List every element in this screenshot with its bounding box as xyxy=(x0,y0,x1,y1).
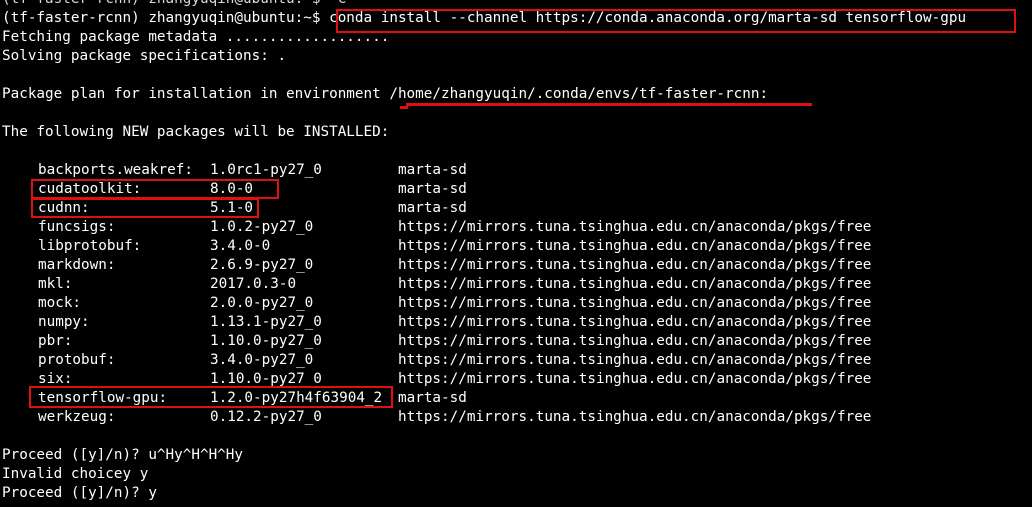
package-source: https://mirrors.tuna.tsinghua.edu.cn/ana… xyxy=(398,238,872,254)
package-version: 2.0.0-py27_0 xyxy=(210,295,314,311)
proceed-prompt-first: Proceed ([y]/n)? u^Hy^H^H^Hy xyxy=(2,447,244,463)
package-version: 1.13.1-py27_0 xyxy=(210,314,322,330)
previous-output-line: (tf-faster-rcnn) zhangyuqin@ubuntu:~$ ^C xyxy=(2,0,346,9)
package-source: https://mirrors.tuna.tsinghua.edu.cn/ana… xyxy=(398,371,872,387)
package-name: werkzeug: xyxy=(38,409,116,425)
package-version: 3.4.0-0 xyxy=(210,238,271,254)
package-source: https://mirrors.tuna.tsinghua.edu.cn/ana… xyxy=(398,295,872,311)
package-plan-label: Package plan for installation in environ… xyxy=(2,86,390,102)
shell-prompt: (tf-faster-rcnn) zhangyuqin@ubuntu:~$ xyxy=(2,10,330,26)
package-version: 8.0-0 xyxy=(210,181,254,197)
package-name: funcsigs: xyxy=(38,219,116,235)
package-version: 5.1-0 xyxy=(210,200,254,216)
package-source: https://mirrors.tuna.tsinghua.edu.cn/ana… xyxy=(398,314,872,330)
package-source: https://mirrors.tuna.tsinghua.edu.cn/ana… xyxy=(398,257,872,273)
command-line: (tf-faster-rcnn) zhangyuqin@ubuntu:~$ co… xyxy=(2,9,966,28)
invalid-choice-line: Invalid choicey y xyxy=(2,466,149,482)
package-name: tensorflow-gpu: xyxy=(38,390,168,406)
proceed-prompt-text: Proceed ([y]/n)? y xyxy=(2,485,157,501)
package-name: mkl: xyxy=(38,276,73,292)
solving-line: Solving package specifications: . xyxy=(2,48,287,64)
package-source: https://mirrors.tuna.tsinghua.edu.cn/ana… xyxy=(398,333,872,349)
package-source: https://mirrors.tuna.tsinghua.edu.cn/ana… xyxy=(398,409,872,425)
package-name: mock: xyxy=(38,295,82,311)
environment-path: /home/zhangyuqin/.conda/envs/tf-faster-r… xyxy=(389,86,769,102)
package-version: 0.12.2-py27_0 xyxy=(210,409,322,425)
package-source: marta-sd xyxy=(398,162,467,178)
package-source: https://mirrors.tuna.tsinghua.edu.cn/ana… xyxy=(398,276,872,292)
package-name: backports.weakref: xyxy=(38,162,193,178)
package-version: 1.0.2-py27_0 xyxy=(210,219,314,235)
conda-command: conda install --channel https://conda.an… xyxy=(329,10,967,26)
package-name: protobuf: xyxy=(38,352,116,368)
package-source: https://mirrors.tuna.tsinghua.edu.cn/ana… xyxy=(398,219,872,235)
package-name: six: xyxy=(38,371,73,387)
terminal-window[interactable]: (tf-faster-rcnn) zhangyuqin@ubuntu:~$ ^C… xyxy=(2,0,1032,507)
package-name: cudnn: xyxy=(38,200,90,216)
package-version: 1.0rc1-py27_0 xyxy=(210,162,322,178)
package-name: markdown: xyxy=(38,257,116,273)
package-source: marta-sd xyxy=(398,200,467,216)
proceed-prompt-second: Proceed ([y]/n)? y xyxy=(2,484,157,503)
new-packages-header: The following NEW packages will be INSTA… xyxy=(2,124,390,140)
package-name: libprotobuf: xyxy=(38,238,142,254)
package-name: numpy: xyxy=(38,314,90,330)
package-version: 1.10.0-py27_0 xyxy=(210,333,322,349)
package-name: pbr: xyxy=(38,333,73,349)
package-version: 2017.0.3-0 xyxy=(210,276,297,292)
package-version: 3.4.0-py27_0 xyxy=(210,352,314,368)
package-version: 2.6.9-py27_0 xyxy=(210,257,314,273)
package-plan-line: Package plan for installation in environ… xyxy=(2,85,768,104)
fetching-line: Fetching package metadata ..............… xyxy=(2,29,390,45)
package-source: https://mirrors.tuna.tsinghua.edu.cn/ana… xyxy=(398,352,872,368)
package-name: cudatoolkit: xyxy=(38,181,142,197)
package-version: 1.2.0-py27h4f63904_2 xyxy=(210,390,383,406)
package-source: marta-sd xyxy=(398,390,467,406)
package-source: marta-sd xyxy=(398,181,467,197)
package-version: 1.10.0-py27_0 xyxy=(210,371,322,387)
